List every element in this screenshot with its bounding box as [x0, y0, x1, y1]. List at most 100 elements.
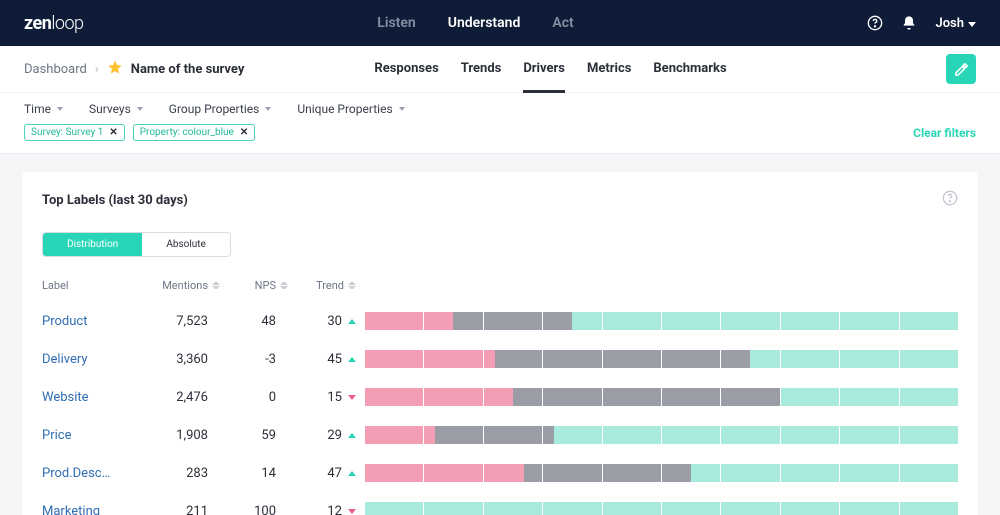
nps-value: -3: [228, 352, 288, 367]
topnav-link-listen[interactable]: Listen: [377, 15, 415, 31]
distribution-bar: [364, 312, 958, 330]
toggle-absolute[interactable]: Absolute: [142, 233, 230, 256]
info-icon[interactable]: [942, 190, 958, 210]
mentions-value: 3,360: [140, 352, 220, 367]
trend-value: 47: [296, 466, 356, 481]
table-row: Website 2,476 0 15: [42, 378, 958, 416]
top-labels-card: Top Labels (last 30 days) Distribution A…: [22, 172, 978, 515]
col-label-text: Label: [42, 279, 69, 292]
close-icon[interactable]: ✕: [109, 127, 117, 138]
filter-time[interactable]: Time: [24, 102, 63, 116]
col-nps[interactable]: NPS: [228, 279, 288, 292]
distribution-bar: [364, 350, 958, 368]
topnav-center: Listen Understand Act: [84, 15, 868, 31]
col-trend-text: Trend: [316, 279, 344, 292]
tab-metrics[interactable]: Metrics: [587, 61, 631, 93]
top-nav: zenloop Listen Understand Act Josh: [0, 0, 1000, 46]
labels-table: Label Mentions NPS Trend Product 7,523 48 3…: [42, 273, 958, 515]
label-link[interactable]: Website: [42, 390, 132, 405]
trend-up-icon: [348, 433, 356, 438]
caret-down-icon: [968, 16, 976, 31]
tab-drivers[interactable]: Drivers: [523, 61, 565, 93]
topnav-link-understand[interactable]: Understand: [448, 15, 521, 31]
sort-icon: [212, 281, 220, 291]
trend-value: 15: [296, 390, 356, 405]
label-link[interactable]: Product: [42, 314, 132, 329]
label-link[interactable]: Marketing: [42, 504, 132, 515]
sort-icon: [280, 281, 288, 291]
distribution-bar: [364, 388, 958, 406]
breadcrumb: Dashboard › Name of the survey: [24, 59, 244, 79]
distribution-toggle: Distribution Absolute: [42, 232, 231, 257]
filter-unique-properties[interactable]: Unique Properties: [297, 102, 404, 116]
filter-chip[interactable]: Property: colour_blue ✕: [133, 124, 256, 141]
distribution-bar: [364, 502, 958, 515]
trend-down-icon: [348, 509, 356, 514]
mentions-value: 1,908: [140, 428, 220, 443]
table-row: Price 1,908 59 29: [42, 416, 958, 454]
filter-surveys[interactable]: Surveys: [89, 102, 143, 116]
distribution-bar: [364, 426, 958, 444]
bell-icon[interactable]: [901, 15, 917, 31]
trend-up-icon: [348, 319, 356, 324]
card-title: Top Labels (last 30 days): [42, 193, 188, 208]
trend-value: 12: [296, 504, 356, 515]
brand-logo: zenloop: [24, 13, 84, 34]
user-menu[interactable]: Josh: [935, 16, 976, 31]
survey-name[interactable]: Name of the survey: [131, 62, 245, 77]
table-row: Prod.Desc… 283 14 47: [42, 454, 958, 492]
mentions-value: 211: [140, 504, 220, 515]
nps-value: 48: [228, 314, 288, 329]
trend-value: 45: [296, 352, 356, 367]
sort-icon: [348, 281, 356, 291]
tab-benchmarks[interactable]: Benchmarks: [653, 61, 726, 93]
brand-part2: loop: [51, 13, 83, 34]
tab-trends[interactable]: Trends: [461, 61, 502, 93]
mentions-value: 283: [140, 466, 220, 481]
trend-down-icon: [348, 395, 356, 400]
col-label[interactable]: Label: [42, 279, 132, 292]
trend-up-icon: [348, 471, 356, 476]
mentions-value: 7,523: [140, 314, 220, 329]
filter-group-properties[interactable]: Group Properties: [169, 102, 272, 116]
nps-value: 59: [228, 428, 288, 443]
chip-label: Survey: Survey 1: [31, 127, 103, 138]
clear-filters[interactable]: Clear filters: [913, 126, 976, 140]
toggle-distribution[interactable]: Distribution: [43, 233, 142, 256]
trend-up-icon: [348, 357, 356, 362]
col-trend[interactable]: Trend: [296, 279, 356, 292]
topnav-link-act[interactable]: Act: [552, 15, 573, 31]
label-link[interactable]: Prod.Desc…: [42, 466, 132, 481]
topnav-right: Josh: [867, 15, 976, 31]
subnav-tabs: ResponsesTrendsDriversMetricsBenchmarks: [374, 53, 726, 85]
help-icon[interactable]: [867, 15, 883, 31]
filter-chip[interactable]: Survey: Survey 1 ✕: [24, 124, 125, 141]
col-mentions-text: Mentions: [162, 279, 208, 292]
chip-label: Property: colour_blue: [140, 127, 234, 138]
brand-part1: zen: [24, 13, 51, 34]
filter-dropdowns-row: Time Surveys Group Properties Unique Proper…: [24, 102, 976, 116]
close-icon[interactable]: ✕: [240, 127, 248, 138]
star-icon[interactable]: [107, 59, 123, 79]
user-name: Josh: [935, 16, 964, 31]
nps-value: 0: [228, 390, 288, 405]
nps-value: 14: [228, 466, 288, 481]
nps-value: 100: [228, 504, 288, 515]
col-mentions[interactable]: Mentions: [140, 279, 220, 292]
trend-value: 30: [296, 314, 356, 329]
breadcrumb-root[interactable]: Dashboard: [24, 62, 87, 77]
table-row: Product 7,523 48 30: [42, 302, 958, 340]
tab-responses[interactable]: Responses: [374, 61, 438, 93]
filter-chips-row: Survey: Survey 1 ✕ Property: colour_blue ✕ C…: [24, 124, 976, 141]
trend-value: 29: [296, 428, 356, 443]
label-link[interactable]: Price: [42, 428, 132, 443]
card-header: Top Labels (last 30 days): [42, 190, 958, 210]
col-nps-text: NPS: [255, 279, 276, 292]
table-header: Label Mentions NPS Trend: [42, 273, 958, 302]
table-row: Delivery 3,360 -3 45: [42, 340, 958, 378]
filter-bar: Time Surveys Group Properties Unique Proper…: [0, 92, 1000, 154]
label-link[interactable]: Delivery: [42, 352, 132, 367]
mentions-value: 2,476: [140, 390, 220, 405]
edit-button[interactable]: [946, 54, 976, 84]
sub-nav: Dashboard › Name of the survey Responses…: [0, 46, 1000, 92]
